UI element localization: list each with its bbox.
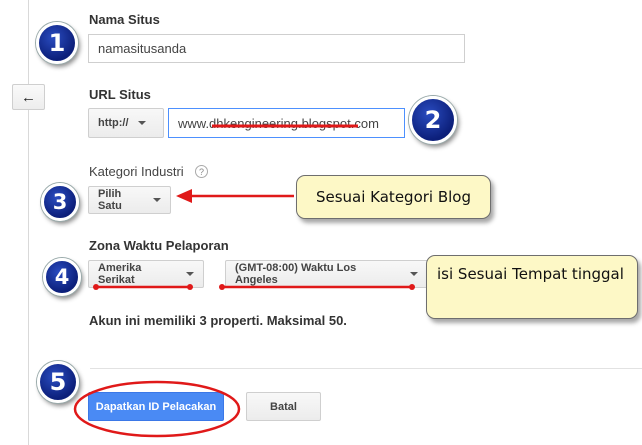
timezone-callout-text: isi Sesuai Tempat tinggal	[437, 265, 624, 283]
annotation-overlay	[73, 124, 415, 438]
country-mark-dot-right	[187, 284, 193, 290]
primary-button-highlight-ellipse	[73, 380, 241, 438]
category-callout: Sesuai Kategori Blog	[296, 175, 491, 219]
country-mark-dot-left	[93, 284, 99, 290]
category-callout-text: Sesuai Kategori Blog	[315, 188, 472, 206]
timezone-callout: isi Sesuai Tempat tinggal	[426, 255, 638, 319]
timezone-mark-dot-left	[219, 284, 225, 290]
timezone-mark-dot-right	[409, 284, 415, 290]
category-arrow-head	[176, 189, 192, 203]
